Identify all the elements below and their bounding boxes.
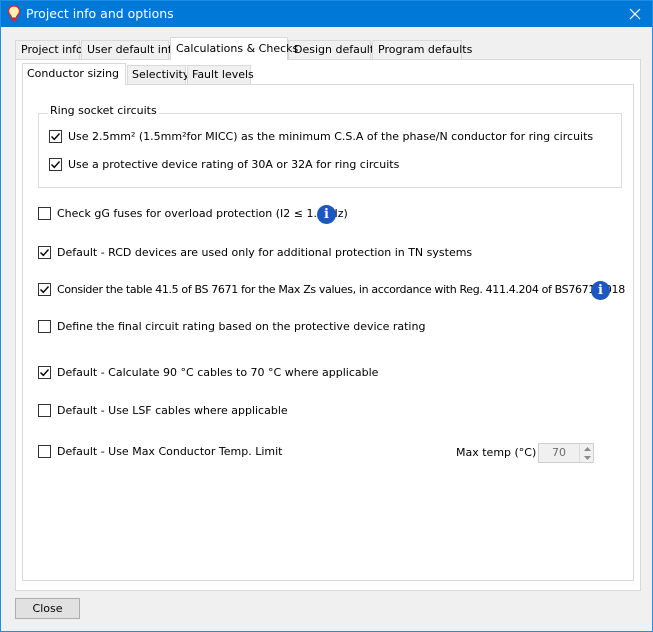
tab-calculations-checks[interactable]: Calculations & Checks bbox=[170, 37, 298, 60]
ring-group-title: Ring socket circuits bbox=[48, 104, 159, 117]
subtab-label: Fault levels bbox=[192, 68, 254, 81]
spin-down-button[interactable] bbox=[580, 453, 594, 462]
dialog-window: Project info and options Project info Us… bbox=[0, 0, 653, 632]
gg-fuse-overload-option[interactable]: Check gG fuses for overload protection (… bbox=[38, 207, 348, 220]
subtab-label: Conductor sizing bbox=[27, 67, 120, 80]
tab-label: Calculations & Checks bbox=[176, 42, 299, 55]
close-icon bbox=[629, 8, 641, 20]
checkbox[interactable] bbox=[38, 445, 51, 458]
conductor-sizing-panel: Ring socket circuits Use 2.5mm² (1.5mm²f… bbox=[22, 84, 634, 581]
tab-program-defaults[interactable]: Program defaults bbox=[372, 40, 472, 60]
checkbox[interactable] bbox=[38, 246, 51, 259]
subtab-conductor-sizing[interactable]: Conductor sizing bbox=[22, 63, 126, 85]
checkbox-label: Use a protective device rating of 30A or… bbox=[68, 158, 400, 171]
check-icon bbox=[40, 249, 50, 257]
calculations-panel: Conductor sizing Selectivity Fault level… bbox=[15, 59, 641, 591]
info-icon[interactable]: i bbox=[317, 205, 336, 224]
checkbox-label: Default - RCD devices are used only for … bbox=[57, 246, 473, 259]
checkbox[interactable] bbox=[38, 207, 51, 220]
tab-label: User default info bbox=[87, 43, 179, 56]
chevron-up-icon bbox=[583, 446, 591, 451]
max-temp-label: Max temp (°C) bbox=[456, 446, 537, 459]
checkbox-label: Check gG fuses for overload protection (… bbox=[57, 207, 348, 220]
window-title: Project info and options bbox=[26, 6, 174, 21]
info-icon[interactable]: i bbox=[591, 281, 610, 300]
check-icon bbox=[51, 161, 61, 169]
cables-90-to-70-option[interactable]: Default - Calculate 90 °C cables to 70 °… bbox=[38, 366, 378, 379]
tab-user-default-info[interactable]: User default info bbox=[81, 40, 178, 60]
checkbox-label: Default - Calculate 90 °C cables to 70 °… bbox=[57, 366, 379, 379]
max-temp-value[interactable]: 70 bbox=[539, 444, 579, 462]
checkbox-label: Default - Use LSF cables where applicabl… bbox=[57, 404, 288, 417]
subtab-selectivity[interactable]: Selectivity bbox=[127, 65, 190, 85]
checkbox[interactable] bbox=[38, 320, 51, 333]
tab-label: Design defaults bbox=[294, 43, 380, 56]
subtab-fault-levels[interactable]: Fault levels bbox=[187, 65, 254, 85]
subtab-label: Selectivity bbox=[132, 68, 190, 81]
max-temp-stepper[interactable]: 70 bbox=[538, 443, 594, 463]
lightbulb-icon bbox=[7, 5, 21, 23]
title-bar: Project info and options bbox=[1, 1, 652, 27]
checkbox-label: Consider the table 41.5 of BS 7671 for t… bbox=[57, 283, 625, 296]
checkbox[interactable] bbox=[49, 130, 62, 143]
checkbox-label: Define the final circuit rating based on… bbox=[57, 320, 426, 333]
checkbox-label: Use 2.5mm² (1.5mm²for MICC) as the minim… bbox=[68, 130, 594, 143]
tab-label: Program defaults bbox=[378, 43, 473, 56]
checkbox[interactable] bbox=[49, 158, 62, 171]
rcd-additional-protection-option[interactable]: Default - RCD devices are used only for … bbox=[38, 246, 472, 259]
spin-buttons bbox=[579, 444, 593, 462]
ring-min-csa-option[interactable]: Use 2.5mm² (1.5mm²for MICC) as the minim… bbox=[49, 130, 593, 143]
check-icon bbox=[40, 369, 50, 377]
lsf-cables-option[interactable]: Default - Use LSF cables where applicabl… bbox=[38, 404, 288, 417]
check-icon bbox=[51, 133, 61, 141]
checkbox-label: Default - Use Max Conductor Temp. Limit bbox=[57, 445, 283, 458]
max-conductor-temp-option[interactable]: Default - Use Max Conductor Temp. Limit bbox=[38, 445, 282, 458]
tab-project-info[interactable]: Project info bbox=[15, 40, 83, 60]
ring-socket-group: Use 2.5mm² (1.5mm²for MICC) as the minim… bbox=[38, 113, 622, 188]
checkbox[interactable] bbox=[38, 404, 51, 417]
ring-device-rating-option[interactable]: Use a protective device rating of 30A or… bbox=[49, 158, 399, 171]
checkbox[interactable] bbox=[38, 366, 51, 379]
checkbox[interactable] bbox=[38, 283, 51, 296]
close-button[interactable]: Close bbox=[15, 598, 80, 619]
spin-up-button[interactable] bbox=[580, 444, 594, 453]
max-zs-table-option[interactable]: Consider the table 41.5 of BS 7671 for t… bbox=[38, 283, 625, 296]
tab-label: Project info bbox=[21, 43, 83, 56]
final-circuit-rating-option[interactable]: Define the final circuit rating based on… bbox=[38, 320, 425, 333]
chevron-down-icon bbox=[583, 455, 591, 460]
check-icon bbox=[40, 286, 50, 294]
close-window-button[interactable] bbox=[618, 1, 652, 27]
tab-design-defaults[interactable]: Design defaults bbox=[288, 40, 380, 60]
